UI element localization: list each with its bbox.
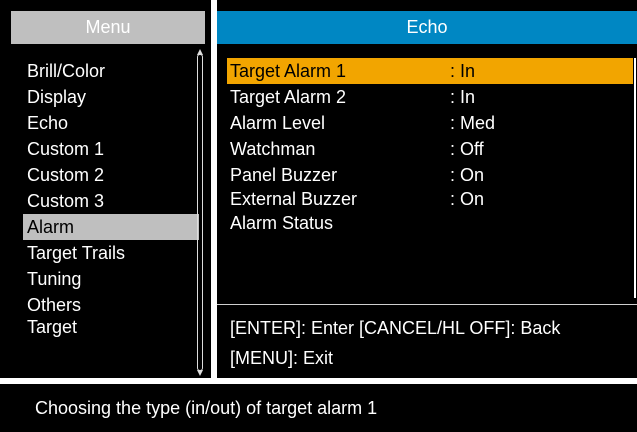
setting-row-panel-buzzer[interactable]: Panel Buzzer : On (227, 162, 633, 188)
setting-label: Alarm Status (230, 213, 334, 233)
menu-item-custom-2[interactable]: Custom 2 (23, 162, 199, 188)
menu-item-target[interactable]: Target (23, 314, 199, 340)
key-help-line-1: [ENTER]: Enter [CANCEL/HL OFF]: Back (230, 318, 561, 338)
status-text: Choosing the type (in/out) of target ala… (35, 398, 378, 418)
setting-label: Watchman (230, 139, 316, 159)
echo-title: Echo (217, 11, 637, 44)
setting-value: : Off (450, 139, 484, 159)
setting-label: Panel Buzzer (230, 165, 338, 185)
echo-settings-list: Target Alarm 1 : In Target Alarm 2 : In … (227, 58, 633, 236)
setting-value: : On (450, 165, 485, 185)
setting-label: Alarm Level (230, 113, 326, 133)
setting-label: Target Alarm 2 (230, 87, 347, 107)
setting-row-alarm-level[interactable]: Alarm Level : Med (227, 110, 633, 136)
setting-row-external-buzzer[interactable]: External Buzzer : On (227, 188, 633, 210)
setting-label: Target Alarm 1 (230, 61, 347, 81)
menu-item-target-trails[interactable]: Target Trails (23, 240, 199, 266)
setting-row-target-alarm-1[interactable]: Target Alarm 1 : In (227, 58, 633, 84)
menu-item-echo[interactable]: Echo (23, 110, 199, 136)
menu-item-brill-color[interactable]: Brill/Color (23, 58, 199, 84)
menu-list: Brill/Color Display Echo Custom 1 Custom… (23, 58, 199, 340)
status-bar: Choosing the type (in/out) of target ala… (0, 384, 637, 432)
scroll-down-arrow-icon[interactable] (197, 370, 203, 376)
menu-scrollbar[interactable] (197, 54, 203, 371)
setting-value: : In (450, 87, 476, 107)
menu-item-custom-3[interactable]: Custom 3 (23, 188, 199, 214)
setting-value: : Med (450, 113, 496, 133)
setting-row-target-alarm-2[interactable]: Target Alarm 2 : In (227, 84, 633, 110)
menu-item-tuning[interactable]: Tuning (23, 266, 199, 292)
setting-value: : On (450, 189, 485, 209)
menu-item-display[interactable]: Display (23, 84, 199, 110)
key-help-line-2: [MENU]: Exit (230, 348, 334, 368)
echo-divider (217, 304, 637, 305)
setting-row-watchman[interactable]: Watchman : Off (227, 136, 633, 162)
echo-scrollbar[interactable] (634, 58, 636, 298)
setting-label: External Buzzer (230, 189, 358, 209)
menu-item-alarm[interactable]: Alarm (23, 214, 199, 240)
menu-item-custom-1[interactable]: Custom 1 (23, 136, 199, 162)
menu-title: Menu (11, 11, 205, 44)
echo-panel: Echo Target Alarm 1 : In Target Alarm 2 … (217, 0, 637, 378)
setting-row-alarm-status[interactable]: Alarm Status (227, 210, 633, 236)
menu-panel: Menu Brill/Color Display Echo Custom 1 C… (0, 0, 211, 378)
setting-value: : In (450, 61, 476, 81)
